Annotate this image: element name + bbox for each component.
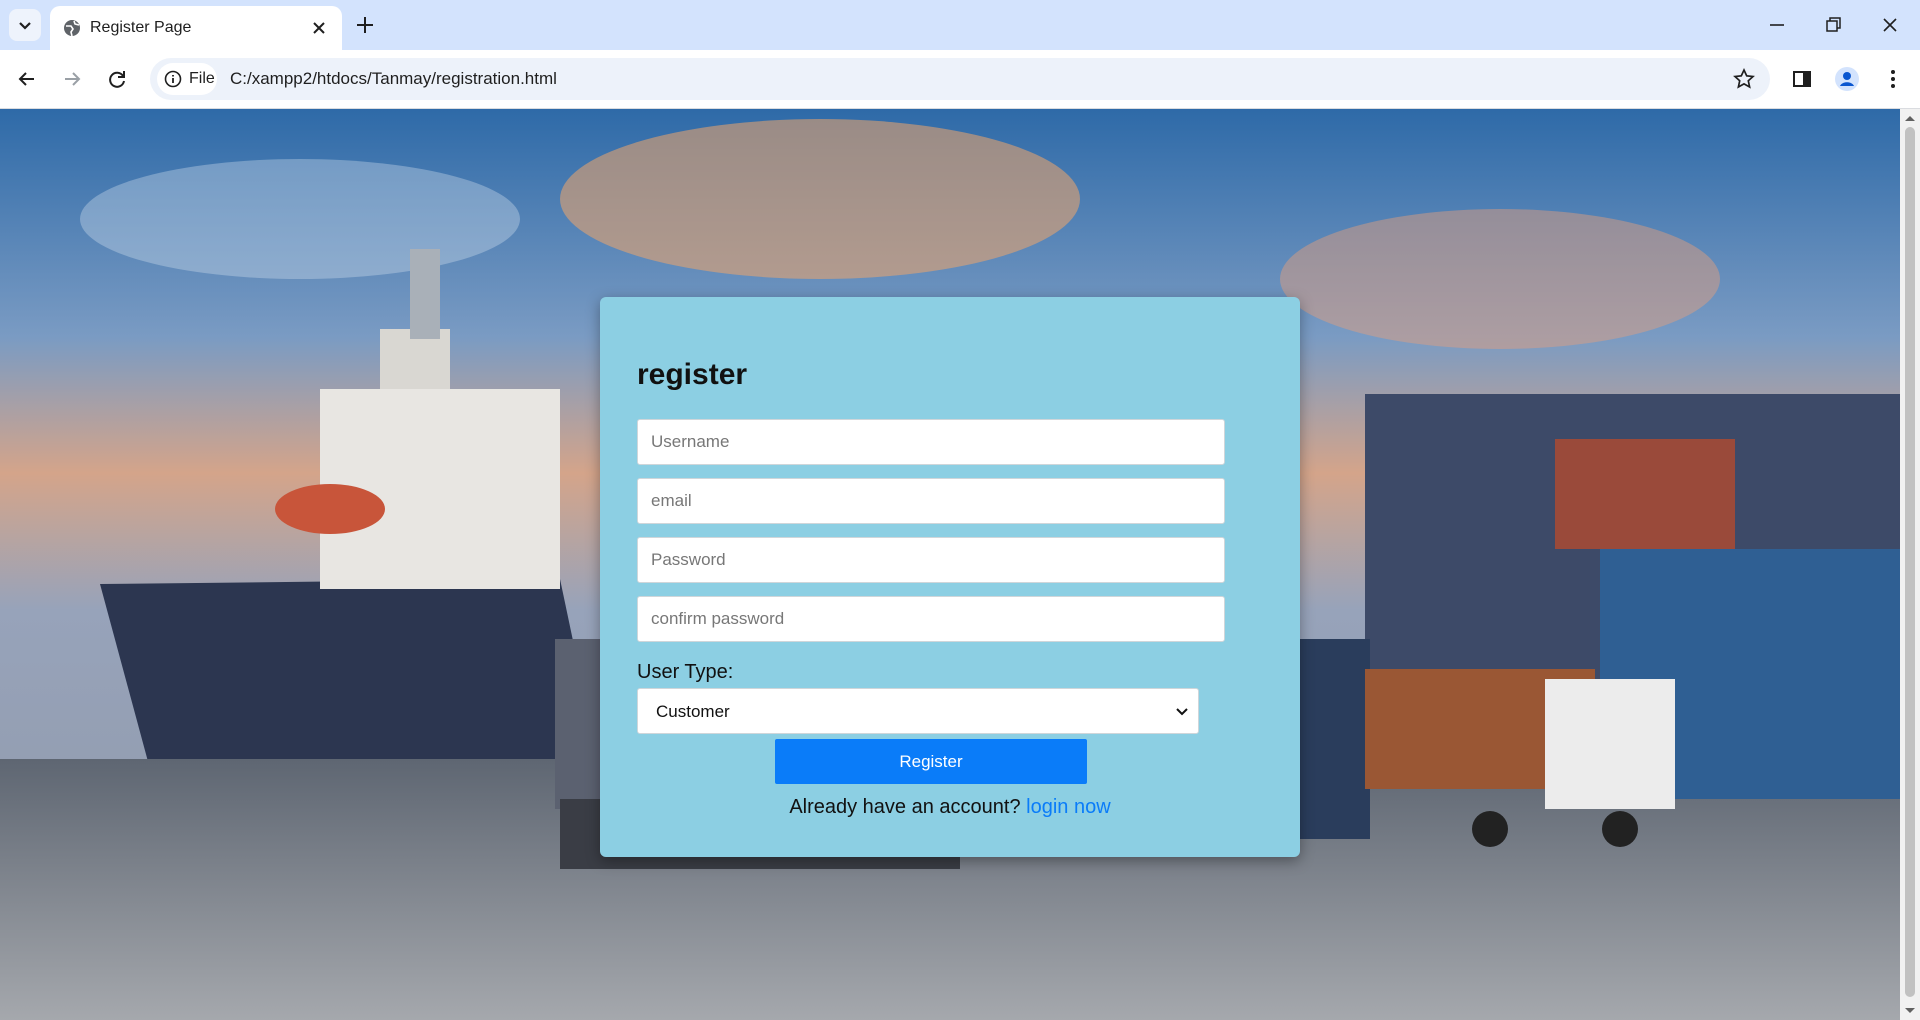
- close-icon[interactable]: [308, 17, 330, 39]
- tab-title: Register Page: [90, 19, 192, 36]
- forward-icon[interactable]: [57, 64, 87, 94]
- scroll-up-icon[interactable]: [1904, 113, 1916, 123]
- tab-list-button[interactable]: [9, 9, 41, 41]
- email-input[interactable]: [637, 478, 1225, 524]
- site-info-chip[interactable]: File: [157, 63, 217, 95]
- site-chip-label: File: [189, 70, 215, 87]
- chevron-down-icon: [19, 22, 31, 30]
- info-icon: [164, 70, 182, 88]
- globe-icon: [64, 20, 80, 37]
- user-type-selected-value: Customer: [656, 702, 730, 721]
- browser-toolbar: File C:/xampp2/htdocs/Tanmay/registratio…: [0, 50, 1920, 109]
- page-viewport: register User Type: Customer Register Al…: [0, 109, 1900, 1020]
- side-panel-icon[interactable]: [1787, 64, 1817, 94]
- restore-icon[interactable]: [1818, 10, 1848, 40]
- user-type-label: User Type:: [637, 661, 734, 683]
- confirm-password-input[interactable]: [637, 596, 1225, 642]
- tab-register-page[interactable]: Register Page: [50, 6, 342, 50]
- new-tab-plus-icon[interactable]: [352, 12, 378, 38]
- menu-icon[interactable]: [1878, 64, 1908, 94]
- back-icon[interactable]: [12, 64, 42, 94]
- address-bar[interactable]: File C:/xampp2/htdocs/Tanmay/registratio…: [150, 58, 1770, 100]
- register-button[interactable]: Register: [775, 739, 1087, 784]
- minimize-icon[interactable]: [1762, 10, 1792, 40]
- window-close-icon[interactable]: [1875, 10, 1905, 40]
- form-title: register: [637, 358, 748, 391]
- url-text[interactable]: C:/xampp2/htdocs/Tanmay/registration.htm…: [230, 69, 557, 89]
- scroll-thumb[interactable]: [1905, 127, 1915, 997]
- user-type-select[interactable]: Customer: [637, 688, 1199, 734]
- login-prompt-line: Already have an account? login now: [600, 796, 1300, 819]
- username-input[interactable]: [637, 419, 1225, 465]
- register-card: register User Type: Customer Register Al…: [600, 297, 1300, 857]
- password-input[interactable]: [637, 537, 1225, 583]
- tab-strip: Register Page: [0, 0, 1920, 50]
- chevron-down-icon: [1176, 708, 1188, 716]
- scroll-down-icon[interactable]: [1904, 1006, 1916, 1016]
- profile-icon[interactable]: [1832, 64, 1862, 94]
- vertical-scrollbar[interactable]: [1900, 109, 1920, 1020]
- star-icon[interactable]: [1732, 67, 1756, 91]
- reload-icon[interactable]: [102, 64, 132, 94]
- login-now-link[interactable]: login now: [1026, 796, 1111, 818]
- login-prompt-text: Already have an account?: [789, 796, 1021, 818]
